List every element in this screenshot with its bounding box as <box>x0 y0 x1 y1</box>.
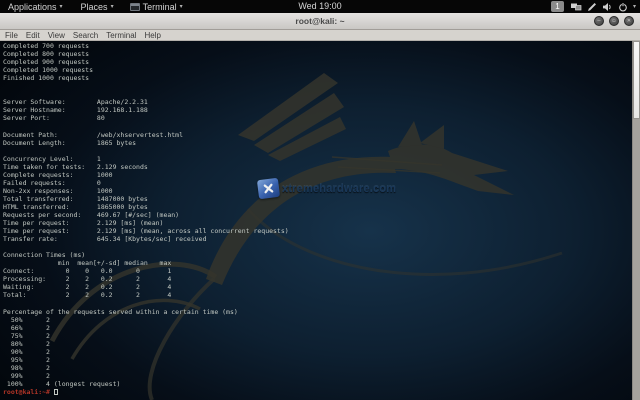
menu-edit[interactable]: Edit <box>26 31 40 40</box>
menu-help[interactable]: Help <box>144 31 160 40</box>
menu-search[interactable]: Search <box>73 31 98 40</box>
close-button[interactable]: ✕ <box>624 16 634 26</box>
power-icon <box>618 2 628 12</box>
terminal-output: Completed 700 requests Completed 800 req… <box>3 42 289 388</box>
desktop: Applications ▾ Places ▾ Terminal ▾ Wed 1… <box>0 0 640 400</box>
menu-view[interactable]: View <box>48 31 65 40</box>
chevron-down-icon: ▾ <box>60 3 63 10</box>
clock[interactable]: Wed 19:00 <box>298 0 341 13</box>
window-titlebar[interactable]: root@kali: ~ − ▫ ✕ <box>0 13 640 30</box>
system-status-menu[interactable]: ▾ <box>570 2 636 12</box>
volume-icon <box>602 2 613 12</box>
shell-prompt-line: root@kali:~# <box>3 388 58 396</box>
menu-terminal[interactable]: Terminal <box>106 31 136 40</box>
shell-prompt: root@kali:~# <box>3 388 50 396</box>
top-panel: Applications ▾ Places ▾ Terminal ▾ Wed 1… <box>0 0 640 13</box>
terminal-cursor <box>54 389 58 396</box>
app-menu-label: Terminal <box>143 2 177 12</box>
terminal-screen[interactable]: xtremehardware.com Completed 700 request… <box>0 41 640 400</box>
pencil-icon <box>587 2 597 12</box>
terminal-app-icon <box>130 3 140 11</box>
window-menubar: File Edit View Search Terminal Help <box>0 30 640 41</box>
minimize-button[interactable]: − <box>594 16 604 26</box>
caret-down-icon: ▾ <box>633 3 636 10</box>
window-title: root@kali: ~ <box>0 13 640 29</box>
chevron-down-icon: ▾ <box>111 3 114 10</box>
window-controls: − ▫ ✕ <box>594 16 634 26</box>
network-icon <box>570 2 582 12</box>
maximize-button[interactable]: ▫ <box>609 16 619 26</box>
watermark-text: xtremehardware.com <box>282 183 396 195</box>
panel-status-area: 1 ▾ <box>551 0 636 13</box>
app-menu-terminal[interactable]: Terminal ▾ <box>130 0 183 13</box>
workspace-indicator[interactable]: 1 <box>551 1 564 12</box>
places-label: Places <box>81 2 108 12</box>
scrollbar-thumb[interactable] <box>633 41 640 119</box>
applications-menu[interactable]: Applications ▾ <box>8 0 63 13</box>
applications-label: Applications <box>8 2 57 12</box>
places-menu[interactable]: Places ▾ <box>81 0 114 13</box>
menu-file[interactable]: File <box>5 31 18 40</box>
terminal-scrollbar[interactable] <box>632 41 640 400</box>
chevron-down-icon: ▾ <box>180 3 183 10</box>
